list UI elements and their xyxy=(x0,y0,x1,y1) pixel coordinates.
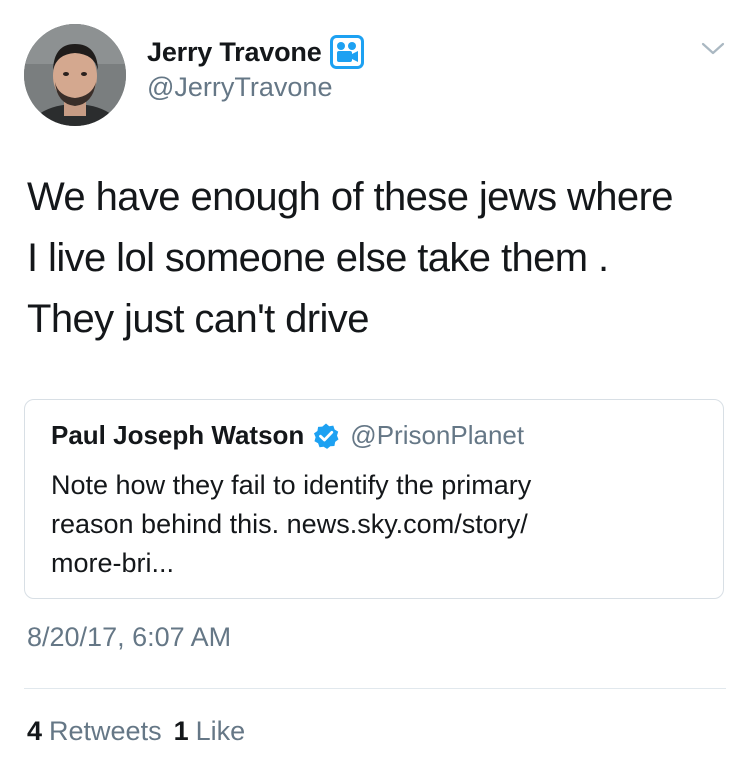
tweet-text-line: We have enough of these jews where xyxy=(27,175,674,219)
retweets-count: 4 xyxy=(27,716,43,746)
avatar[interactable] xyxy=(24,24,126,126)
quoted-tweet-text: Note how they fail to identify the prima… xyxy=(51,466,701,583)
translator-badge-icon xyxy=(329,35,364,69)
author-name-row: Jerry Travone xyxy=(147,32,364,72)
verified-badge-icon xyxy=(312,422,340,450)
likes-label: Like xyxy=(195,716,246,746)
quoted-text-line: reason behind this. news.sky.com/story/ xyxy=(51,509,528,539)
author-handle[interactable]: @JerryTravone xyxy=(147,72,332,103)
avatar-photo xyxy=(24,24,126,126)
quoted-tweet-header: Paul Joseph Watson @PrisonPlanet xyxy=(51,420,524,451)
divider xyxy=(24,688,726,689)
likes-stat[interactable]: 1 Like xyxy=(174,716,246,747)
author-name[interactable]: Jerry Travone xyxy=(147,37,322,68)
tweet-text-line: I live lol someone else take them . xyxy=(27,236,609,280)
likes-count: 1 xyxy=(173,716,189,746)
tweet-text-line: They just can't drive xyxy=(27,297,369,341)
chevron-down-icon[interactable] xyxy=(700,38,726,58)
quoted-text-line: more-bri... xyxy=(51,548,175,578)
quoted-author-name: Paul Joseph Watson xyxy=(51,420,305,450)
tweet-text: We have enough of these jews where I liv… xyxy=(27,167,727,350)
retweets-stat[interactable]: 4 Retweets xyxy=(27,716,162,747)
quoted-author-handle: @PrisonPlanet xyxy=(350,420,525,450)
tweet-card: Jerry Travone @JerryTravone We have enou… xyxy=(0,0,750,773)
quoted-text-line: Note how they fail to identify the prima… xyxy=(51,470,532,500)
tweet-stats: 4 Retweets 1 Like xyxy=(27,716,245,747)
tweet-timestamp[interactable]: 8/20/17, 6:07 AM xyxy=(27,622,231,653)
quoted-tweet-card[interactable]: Paul Joseph Watson @PrisonPlanet Note ho… xyxy=(24,399,724,599)
retweets-label: Retweets xyxy=(49,716,162,746)
